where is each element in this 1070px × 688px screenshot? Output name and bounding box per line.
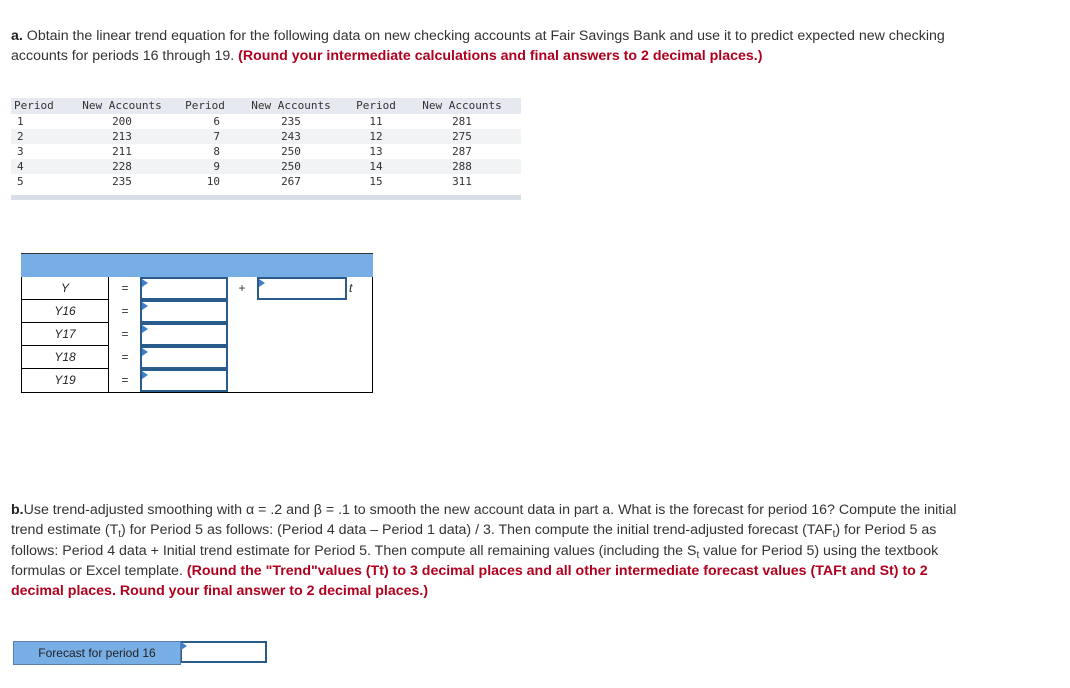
row-label: Y19 (22, 369, 109, 391)
row-label: Y16 (22, 300, 109, 323)
part-a-question: a. Obtain the linear trend equation for … (11, 26, 951, 67)
cell-period: 13 (369, 145, 383, 158)
cell-period: 1 (17, 115, 24, 128)
row-label: Y (22, 277, 109, 300)
intercept-input[interactable] (142, 279, 226, 298)
cell-accounts: 288 (452, 160, 472, 173)
cell-period: 14 (369, 160, 383, 173)
column-divider (108, 277, 109, 392)
y16-input[interactable] (142, 302, 226, 321)
header-new-accounts: New Accounts (422, 99, 502, 112)
cell-accounts: 281 (452, 115, 472, 128)
equals-sign: = (121, 281, 129, 295)
cell-accounts: 211 (112, 145, 132, 158)
equals-sign: = (121, 327, 129, 341)
cell-accounts: 235 (281, 115, 301, 128)
table-row: 1 200 6 235 11 281 (11, 114, 521, 129)
trend-row-y16: Y16 = (22, 300, 372, 323)
cell-period: 9 (213, 160, 220, 173)
cell-accounts: 243 (281, 130, 301, 143)
row-label: Y18 (22, 346, 109, 369)
table-footer-bar (11, 195, 521, 200)
intercept-input-box[interactable] (140, 277, 228, 300)
cell-accounts: 287 (452, 145, 472, 158)
cell-accounts: 228 (112, 160, 132, 173)
y18-input[interactable] (142, 348, 226, 367)
cell-period: 4 (17, 160, 24, 173)
y17-input-box[interactable] (140, 323, 228, 346)
table-row: 4 228 9 250 14 288 (11, 159, 521, 174)
cell-period: 5 (17, 175, 24, 188)
table-row: 5 235 10 267 15 311 (11, 174, 521, 189)
equals-sign: = (121, 304, 129, 318)
cell-period: 11 (369, 115, 383, 128)
y19-input[interactable] (142, 371, 226, 390)
cell-period: 8 (213, 145, 220, 158)
forecast-period-16-row: Forecast for period 16 (13, 641, 267, 665)
forecast-input-box[interactable] (181, 641, 267, 663)
data-table-header: Period New Accounts Period New Accounts … (11, 98, 521, 114)
header-new-accounts: New Accounts (251, 99, 331, 112)
cell-accounts: 250 (281, 160, 301, 173)
accounts-data-table: Period New Accounts Period New Accounts … (11, 98, 521, 200)
equals-sign: = (121, 350, 129, 364)
cell-accounts: 250 (281, 145, 301, 158)
y17-input[interactable] (142, 325, 226, 344)
cell-period: 12 (369, 130, 383, 143)
cell-accounts: 235 (112, 175, 132, 188)
slope-input[interactable] (259, 279, 345, 298)
answer-flag-icon (181, 642, 187, 650)
answer-flag-icon (142, 348, 148, 356)
cell-accounts: 275 (452, 130, 472, 143)
cell-period: 6 (213, 115, 220, 128)
trend-row-y17: Y17 = (22, 323, 372, 346)
y18-input-box[interactable] (140, 346, 228, 369)
header-new-accounts: New Accounts (82, 99, 162, 112)
cell-accounts: 200 (112, 115, 132, 128)
trend-row-y19: Y19 = (22, 369, 372, 392)
forecast-label: Forecast for period 16 (13, 641, 181, 665)
cell-period: 15 (369, 175, 383, 188)
answer-flag-icon (259, 279, 265, 287)
forecast-input[interactable] (181, 642, 266, 662)
answer-flag-icon (142, 279, 148, 287)
trend-table-header (21, 253, 373, 277)
y19-input-box[interactable] (140, 369, 228, 392)
cell-period: 7 (213, 130, 220, 143)
plus-sign: + (238, 281, 246, 295)
trend-table-body: Y = + t Y16 = Y17 = Y18 = Y19 = (21, 277, 373, 393)
header-period: Period (356, 99, 396, 112)
row-label: Y17 (22, 323, 109, 346)
slope-input-box[interactable] (257, 277, 347, 300)
header-period: Period (185, 99, 225, 112)
answer-flag-icon (142, 371, 148, 379)
part-a-instruction: (Round your intermediate calculations an… (238, 48, 763, 65)
part-a-label: a. (11, 28, 23, 44)
answer-flag-icon (142, 302, 148, 310)
y16-input-box[interactable] (140, 300, 228, 323)
cell-period: 2 (17, 130, 24, 143)
table-row: 2 213 7 243 12 275 (11, 129, 521, 144)
table-row: 3 211 8 250 13 287 (11, 144, 521, 159)
answer-flag-icon (142, 325, 148, 333)
part-b-question: b.Use trend-adjusted smoothing with α = … (11, 500, 961, 601)
trend-row-y18: Y18 = (22, 346, 372, 369)
header-period: Period (14, 99, 54, 112)
trend-row-equation: Y = + t (22, 277, 372, 300)
trend-equation-table: Y = + t Y16 = Y17 = Y18 = Y19 = (21, 253, 373, 393)
part-b-label: b. (11, 502, 24, 518)
cell-accounts: 267 (281, 175, 301, 188)
cell-accounts: 311 (452, 175, 472, 188)
cell-period: 3 (17, 145, 24, 158)
cell-accounts: 213 (112, 130, 132, 143)
equals-sign: = (121, 373, 129, 387)
time-variable: t (349, 281, 353, 295)
cell-period: 10 (206, 175, 220, 188)
part-b-text: ) for Period 5 as follows: (Period 4 dat… (121, 522, 833, 539)
